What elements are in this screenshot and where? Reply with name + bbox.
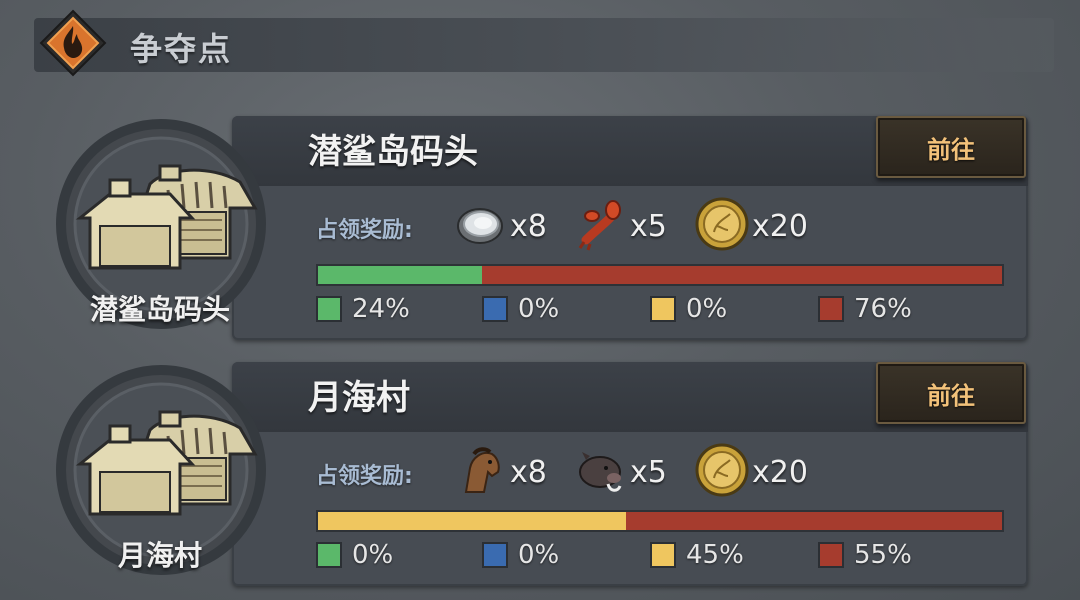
legend-item-red: 55% bbox=[818, 540, 912, 570]
legend-swatch bbox=[650, 296, 676, 322]
legend-swatch bbox=[316, 542, 342, 568]
legend-item-yellow: 0% bbox=[650, 294, 727, 324]
reward-quantity: x5 bbox=[630, 454, 667, 490]
reward-label: 占领奖励: bbox=[316, 464, 413, 489]
legend-percentage: 0% bbox=[352, 540, 394, 570]
legend-item-green: 24% bbox=[316, 294, 410, 324]
page-title: 争夺点 bbox=[130, 30, 233, 68]
progress-segment-yellow bbox=[318, 512, 626, 530]
legend-percentage: 55% bbox=[854, 540, 912, 570]
legend-swatch bbox=[482, 542, 508, 568]
progress-segment-red bbox=[625, 512, 1002, 530]
occupation-progress-bar bbox=[316, 264, 1004, 286]
legend-percentage: 0% bbox=[518, 540, 560, 570]
legend-percentage: 0% bbox=[686, 294, 728, 324]
reward-item: x20 bbox=[694, 196, 808, 256]
location-emblem-label: 月海村 bbox=[117, 539, 202, 572]
location-card: 月海村 月海村 前往 占领奖励: x8 x5 x20 0% 0% 45% 55% bbox=[0, 354, 1080, 590]
go-button[interactable]: 前往 bbox=[876, 116, 1026, 178]
reward-quantity: x8 bbox=[510, 208, 547, 244]
legend-item-green: 0% bbox=[316, 540, 393, 570]
oyster-icon bbox=[452, 196, 508, 256]
location-title: 潜鲨岛码头 bbox=[308, 132, 478, 172]
legend-item-blue: 0% bbox=[482, 294, 559, 324]
progress-segment-red bbox=[482, 266, 1002, 284]
legend-swatch bbox=[818, 542, 844, 568]
location-emblem-label: 潜鲨岛码头 bbox=[89, 293, 230, 326]
horse-icon bbox=[452, 442, 508, 502]
occupation-progress-bar bbox=[316, 510, 1004, 532]
reward-item: x5 bbox=[572, 442, 667, 502]
legend-item-yellow: 45% bbox=[650, 540, 744, 570]
reward-item: x5 bbox=[572, 196, 667, 256]
lobster-icon bbox=[572, 196, 628, 256]
go-button[interactable]: 前往 bbox=[876, 362, 1026, 424]
reward-quantity: x20 bbox=[752, 208, 808, 244]
legend-percentage: 24% bbox=[352, 294, 410, 324]
reward-item: x20 bbox=[694, 442, 808, 502]
reward-quantity: x8 bbox=[510, 454, 547, 490]
go-button-label: 前往 bbox=[927, 135, 975, 164]
boar-icon bbox=[572, 442, 628, 502]
flame-icon bbox=[38, 8, 108, 78]
reward-quantity: x20 bbox=[752, 454, 808, 490]
go-button-label: 前往 bbox=[927, 381, 975, 410]
location-card: 潜鲨岛码头 潜鲨岛码头 前往 占领奖励: x8 x5 x20 24% 0% 0% 76% bbox=[0, 108, 1080, 344]
legend-percentage: 45% bbox=[686, 540, 744, 570]
legend-swatch bbox=[482, 296, 508, 322]
reward-label: 占领奖励: bbox=[316, 218, 413, 243]
legend-item-red: 76% bbox=[818, 294, 912, 324]
progress-segment-green bbox=[318, 266, 483, 284]
legend-swatch bbox=[650, 542, 676, 568]
gold-coin-icon bbox=[694, 196, 750, 256]
legend-percentage: 76% bbox=[854, 294, 912, 324]
legend-swatch bbox=[818, 296, 844, 322]
legend-item-blue: 0% bbox=[482, 540, 559, 570]
reward-item: x8 bbox=[452, 196, 547, 256]
location-title: 月海村 bbox=[308, 378, 410, 418]
legend-percentage: 0% bbox=[518, 294, 560, 324]
reward-item: x8 bbox=[452, 442, 547, 502]
gold-coin-icon bbox=[694, 442, 750, 502]
legend-swatch bbox=[316, 296, 342, 322]
reward-quantity: x5 bbox=[630, 208, 667, 244]
